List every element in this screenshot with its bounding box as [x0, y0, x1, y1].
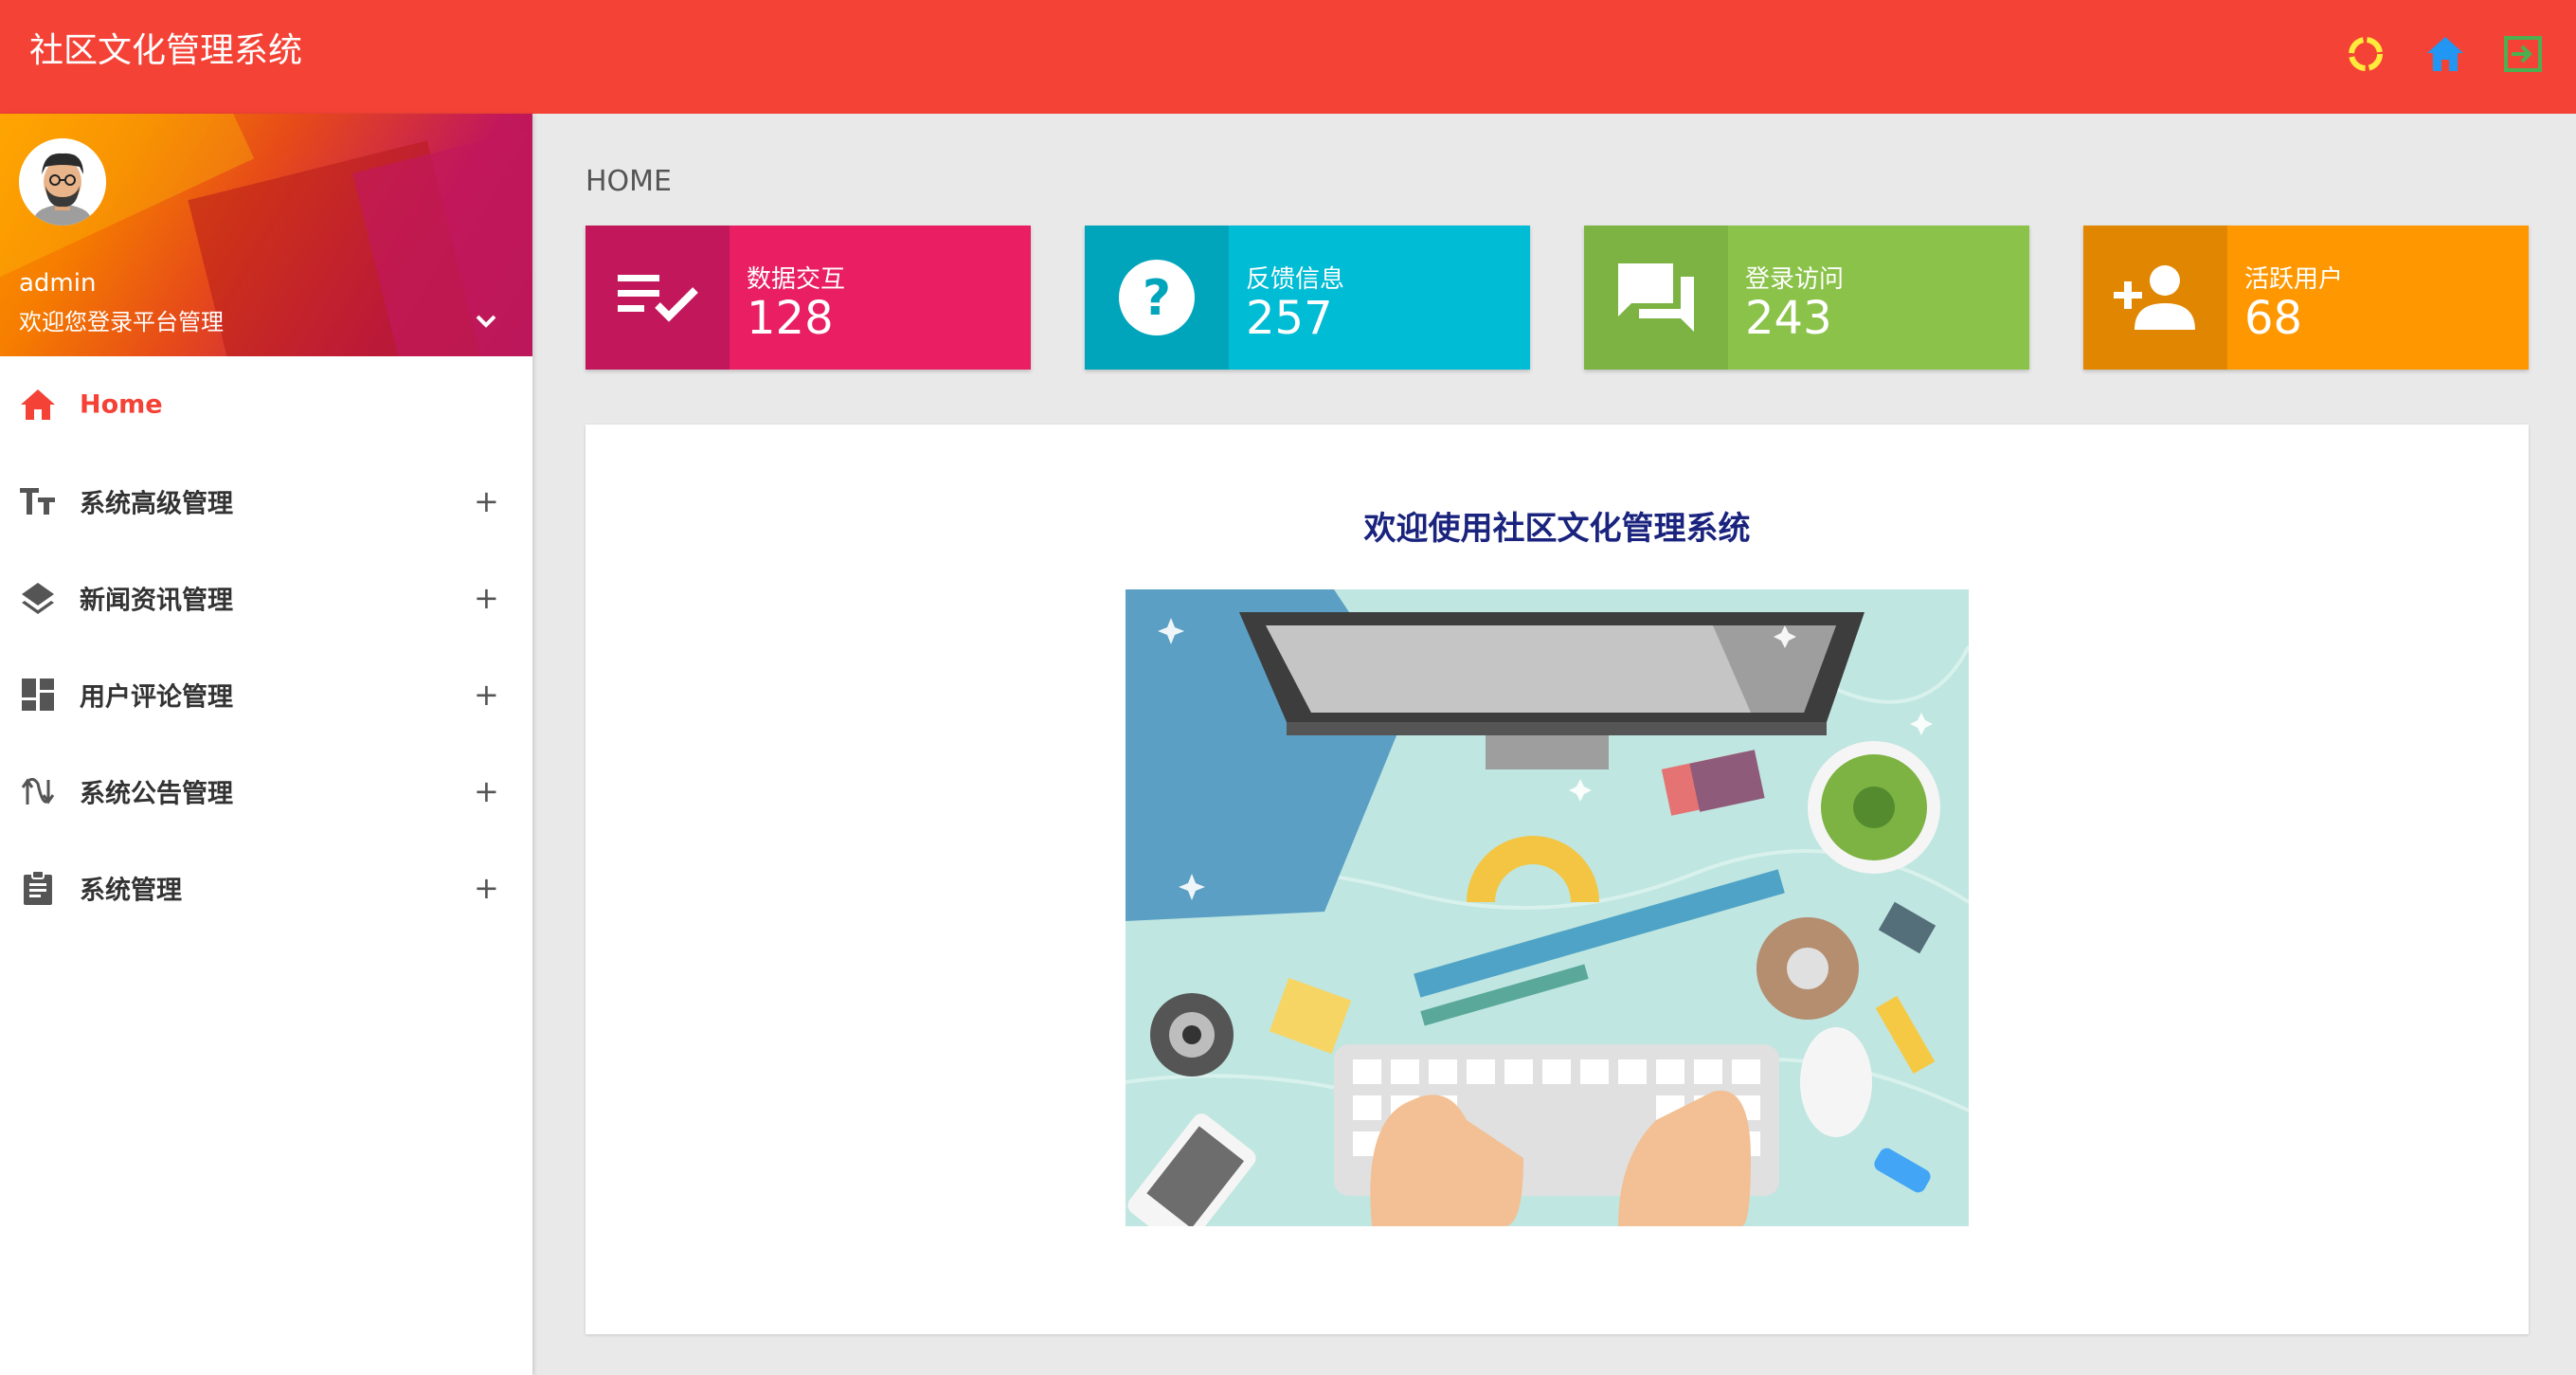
stat-value: 68: [2244, 292, 2303, 345]
welcome-panel: 欢迎使用社区文化管理系统: [585, 425, 2529, 1334]
help-circle-icon: ?: [1085, 226, 1229, 370]
stat-label: 登录访问: [1745, 265, 1845, 294]
stat-value: 128: [747, 292, 834, 345]
logout-icon[interactable]: [2499, 30, 2547, 78]
stat-card-login-visits[interactable]: 登录访问 243: [1584, 226, 2029, 370]
avatar[interactable]: [19, 138, 106, 226]
top-app-bar: 社区文化管理系统: [0, 0, 2576, 114]
sidebar-item-comments[interactable]: 用户评论管理 +: [0, 646, 532, 743]
refresh-circle-icon[interactable]: [2342, 30, 2389, 78]
stat-card-active-users[interactable]: 活跃用户 68: [2083, 226, 2529, 370]
breadcrumb: HOME: [585, 165, 673, 198]
expand-plus-icon[interactable]: +: [474, 776, 499, 806]
expand-plus-icon[interactable]: +: [474, 873, 499, 903]
stat-card-feedback[interactable]: ? 反馈信息 257: [1085, 226, 1530, 370]
sidebar-item-label: 系统高级管理: [80, 489, 233, 519]
sidebar-item-advanced[interactable]: 系统高级管理 +: [0, 453, 532, 550]
expand-plus-icon[interactable]: +: [474, 486, 499, 516]
sidebar: admin 欢迎您登录平台管理 Home 系统高级管理 + 新闻资讯管理 + 用…: [0, 114, 532, 1375]
sidebar-item-label: Home: [80, 389, 163, 420]
username: admin: [19, 269, 97, 298]
dashboard-icon: [19, 676, 57, 714]
sidebar-item-notices[interactable]: 系统公告管理 +: [0, 743, 532, 840]
swap-icon: [19, 772, 57, 810]
playlist-check-icon: [585, 226, 730, 370]
expand-plus-icon[interactable]: +: [474, 679, 499, 710]
home-icon: [19, 386, 57, 424]
text-format-icon: [19, 482, 57, 520]
person-add-icon: [2083, 226, 2227, 370]
stat-label: 反馈信息: [1246, 265, 1345, 294]
user-panel: admin 欢迎您登录平台管理: [0, 114, 532, 356]
svg-text:?: ?: [1143, 270, 1171, 327]
welcome-text: 欢迎您登录平台管理: [19, 309, 224, 335]
stat-value: 257: [1246, 292, 1333, 345]
stat-card-data-interaction[interactable]: 数据交互 128: [585, 226, 1031, 370]
panel-title: 欢迎使用社区文化管理系统: [1363, 510, 1751, 548]
sidebar-item-home[interactable]: Home: [0, 356, 532, 453]
sidebar-item-label: 系统管理: [80, 876, 182, 906]
sidebar-item-system[interactable]: 系统管理 +: [0, 840, 532, 936]
stat-label: 数据交互: [747, 265, 846, 294]
sidebar-item-label: 用户评论管理: [80, 682, 233, 713]
sidebar-menu: Home 系统高级管理 + 新闻资讯管理 + 用户评论管理 + 系统公告管理 +…: [0, 356, 532, 936]
app-title: 社区文化管理系统: [29, 31, 303, 70]
stat-value: 243: [1745, 292, 1832, 345]
forum-icon: [1584, 226, 1728, 370]
sidebar-item-label: 新闻资讯管理: [80, 586, 233, 616]
home-icon[interactable]: [2422, 30, 2469, 78]
chevron-down-icon[interactable]: [470, 305, 502, 341]
workspace-illustration: [1125, 589, 1971, 1250]
clipboard-icon: [19, 869, 57, 907]
sidebar-item-news[interactable]: 新闻资讯管理 +: [0, 550, 532, 646]
sidebar-item-label: 系统公告管理: [80, 779, 233, 809]
layers-icon: [19, 579, 57, 617]
expand-plus-icon[interactable]: +: [474, 583, 499, 613]
stat-label: 活跃用户: [2244, 265, 2344, 294]
